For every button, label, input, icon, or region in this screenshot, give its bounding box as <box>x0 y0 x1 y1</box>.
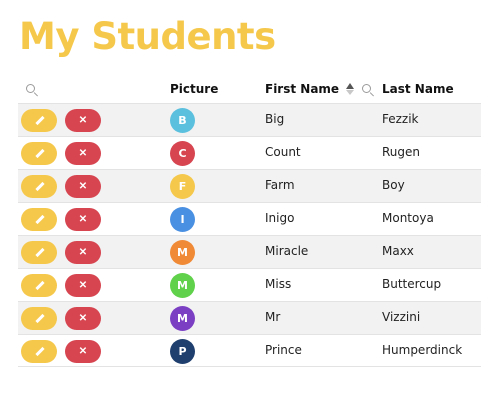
table-row: ✕ I Inigo Montoya <box>18 202 481 235</box>
delete-button[interactable]: ✕ <box>65 208 101 231</box>
delete-button[interactable]: ✕ <box>65 142 101 165</box>
avatar: C <box>170 141 195 166</box>
close-icon: ✕ <box>78 345 88 357</box>
avatar: B <box>170 108 195 133</box>
pencil-icon <box>34 115 45 126</box>
close-icon: ✕ <box>78 180 88 192</box>
avatar: P <box>170 339 195 364</box>
last-name-cell: Boy <box>382 178 405 192</box>
avatar: M <box>170 273 195 298</box>
edit-button[interactable] <box>21 274 57 297</box>
table-row: ✕ P Prince Humperdinck <box>18 334 481 367</box>
first-name-cell: Big <box>265 112 285 126</box>
edit-button[interactable] <box>21 208 57 231</box>
pencil-icon <box>34 280 45 291</box>
header-first-name[interactable]: First Name <box>265 82 339 96</box>
first-name-cell: Miracle <box>265 244 309 258</box>
avatar: M <box>170 306 195 331</box>
sort-icon[interactable] <box>346 83 354 97</box>
avatar: I <box>170 207 195 232</box>
delete-button[interactable]: ✕ <box>65 340 101 363</box>
close-icon: ✕ <box>78 246 88 258</box>
delete-button[interactable]: ✕ <box>65 109 101 132</box>
first-name-cell: Prince <box>265 343 302 357</box>
last-name-cell: Rugen <box>382 145 421 159</box>
search-icon[interactable] <box>362 84 374 97</box>
first-name-cell: Count <box>265 145 301 159</box>
first-name-cell: Farm <box>265 178 295 192</box>
page-title: My Students <box>19 15 276 58</box>
table-row: ✕ F Farm Boy <box>18 169 481 202</box>
close-icon: ✕ <box>78 312 88 324</box>
last-name-cell: Maxx <box>382 244 414 258</box>
delete-button[interactable]: ✕ <box>65 307 101 330</box>
table-row: ✕ B Big Fezzik <box>18 103 481 136</box>
header-last-name[interactable]: Last Name <box>382 82 454 96</box>
header-picture[interactable]: Picture <box>170 82 218 96</box>
last-name-cell: Humperdinck <box>382 343 463 357</box>
students-table: Picture First Name Last Name ✕ B Big Fez… <box>18 76 481 367</box>
last-name-cell: Montoya <box>382 211 434 225</box>
avatar: M <box>170 240 195 265</box>
pencil-icon <box>34 148 45 159</box>
pencil-icon <box>34 214 45 225</box>
first-name-cell: Mr <box>265 310 281 324</box>
first-name-cell: Inigo <box>265 211 295 225</box>
last-name-cell: Buttercup <box>382 277 442 291</box>
close-icon: ✕ <box>78 279 88 291</box>
edit-button[interactable] <box>21 109 57 132</box>
pencil-icon <box>34 181 45 192</box>
edit-button[interactable] <box>21 241 57 264</box>
edit-button[interactable] <box>21 142 57 165</box>
delete-button[interactable]: ✕ <box>65 241 101 264</box>
edit-button[interactable] <box>21 307 57 330</box>
edit-button[interactable] <box>21 175 57 198</box>
close-icon: ✕ <box>78 114 88 126</box>
avatar: F <box>170 174 195 199</box>
delete-button[interactable]: ✕ <box>65 274 101 297</box>
pencil-icon <box>34 346 45 357</box>
table-row: ✕ M Miracle Maxx <box>18 235 481 268</box>
table-header: Picture First Name Last Name <box>18 76 481 103</box>
delete-button[interactable]: ✕ <box>65 175 101 198</box>
table-row: ✕ C Count Rugen <box>18 136 481 169</box>
last-name-cell: Fezzik <box>382 112 419 126</box>
first-name-cell: Miss <box>265 277 292 291</box>
pencil-icon <box>34 247 45 258</box>
search-icon[interactable] <box>26 84 38 97</box>
last-name-cell: Vizzini <box>382 310 421 324</box>
close-icon: ✕ <box>78 213 88 225</box>
table-row: ✕ M Mr Vizzini <box>18 301 481 334</box>
edit-button[interactable] <box>21 340 57 363</box>
table-row: ✕ M Miss Buttercup <box>18 268 481 301</box>
pencil-icon <box>34 313 45 324</box>
close-icon: ✕ <box>78 147 88 159</box>
table-body: ✕ B Big Fezzik ✕ C Count Rugen ✕ F Farm … <box>18 103 481 367</box>
